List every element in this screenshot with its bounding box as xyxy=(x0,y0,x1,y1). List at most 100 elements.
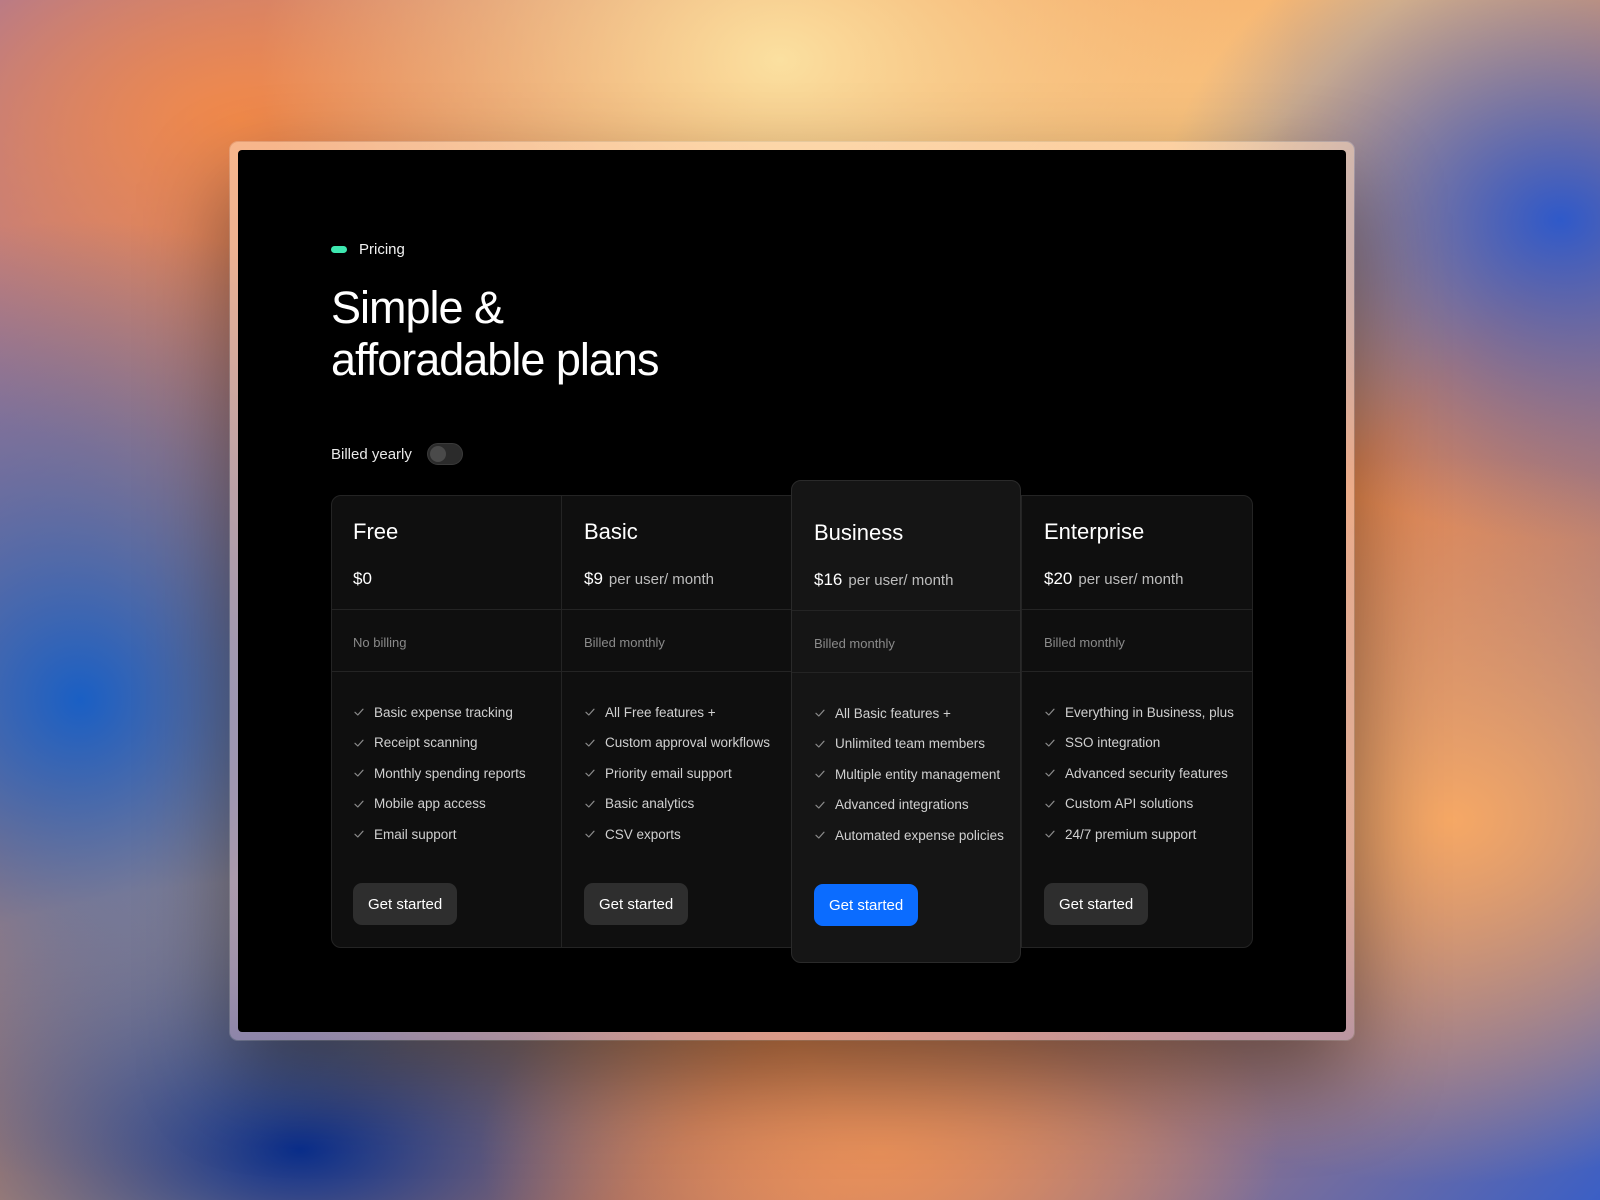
tag-dot-icon xyxy=(331,246,347,253)
check-icon xyxy=(585,708,595,716)
billing-toggle-label: Billed yearly xyxy=(331,445,412,463)
feature-item: Custom approval workflows xyxy=(584,728,770,759)
feature-text: All Free features + xyxy=(605,704,716,720)
plan-price: $9 per user/ month xyxy=(584,569,714,589)
get-started-button[interactable]: Get started xyxy=(353,883,458,925)
toggle-knob xyxy=(429,446,446,462)
feature-text: Email support xyxy=(374,826,457,842)
check-icon xyxy=(815,740,825,748)
check-icon xyxy=(1045,739,1055,747)
plan-price: $0 xyxy=(353,569,378,589)
feature-text: CSV exports xyxy=(605,826,681,842)
check-icon xyxy=(354,830,364,838)
pricing-plans: Free $0 No billing Basic expense trackin… xyxy=(331,480,1253,963)
divider xyxy=(562,609,791,610)
feature-item: All Basic features + xyxy=(814,698,1004,729)
feature-item: Custom API solutions xyxy=(1044,789,1234,820)
divider xyxy=(331,609,561,610)
feature-item: CSV exports xyxy=(584,819,770,850)
divider xyxy=(1022,671,1253,672)
feature-text: Custom API solutions xyxy=(1065,796,1194,812)
plan-name: Free xyxy=(353,519,399,544)
feature-text: Monthly spending reports xyxy=(374,765,526,781)
feature-item: Monthly spending reports xyxy=(353,758,526,789)
feature-text: Custom approval workflows xyxy=(605,735,771,751)
feature-item: SSO integration xyxy=(1044,728,1234,759)
check-icon xyxy=(354,800,364,808)
page-title-line-1: Simple & xyxy=(331,282,504,333)
feature-list: All Basic features + Unlimited team membe… xyxy=(814,698,1004,851)
plan-price: $16 per user/ month xyxy=(814,570,953,590)
feature-item: Multiple entity management xyxy=(814,759,1004,790)
check-icon xyxy=(354,769,364,777)
feature-text: Priority email support xyxy=(605,765,732,781)
feature-text: Multiple entity management xyxy=(835,766,1001,782)
check-icon xyxy=(354,739,364,747)
plan-card-enterprise: Enterprise $20 per user/ month Billed mo… xyxy=(1021,495,1253,948)
feature-text: Basic analytics xyxy=(605,796,695,812)
plan-name: Business xyxy=(814,520,904,545)
feature-list: All Free features + Custom approval workf… xyxy=(584,697,770,850)
billing-note: No billing xyxy=(353,635,407,650)
section-tag: Pricing xyxy=(331,241,405,258)
feature-text: SSO integration xyxy=(1065,735,1161,751)
plan-card-free: Free $0 No billing Basic expense trackin… xyxy=(331,495,561,948)
price-unit: per user/ month xyxy=(848,572,954,589)
feature-list: Basic expense tracking Receipt scanning Mo… xyxy=(353,697,526,850)
check-icon xyxy=(1045,708,1055,716)
feature-item: Email support xyxy=(353,819,526,850)
check-icon xyxy=(585,769,595,777)
check-icon xyxy=(815,709,825,717)
feature-item: Basic analytics xyxy=(584,789,770,820)
window-frame: Pricing Simple & afforadable plans Bille… xyxy=(230,142,1354,1040)
price-amount: $9 xyxy=(584,569,603,588)
feature-text: Unlimited team members xyxy=(835,736,986,752)
feature-text: Advanced integrations xyxy=(835,797,969,813)
check-icon xyxy=(1045,800,1055,808)
check-icon xyxy=(1045,830,1055,838)
feature-text: Advanced security features xyxy=(1065,765,1228,781)
check-icon xyxy=(585,739,595,747)
billing-toggle-row: Billed yearly xyxy=(331,443,463,465)
feature-item: Advanced security features xyxy=(1044,758,1234,789)
divider xyxy=(792,610,1020,611)
check-icon xyxy=(815,770,825,778)
plan-price: $20 per user/ month xyxy=(1044,569,1183,589)
price-amount: $16 xyxy=(814,570,843,589)
feature-item: Advanced integrations xyxy=(814,790,1004,821)
feature-item: Priority email support xyxy=(584,758,770,789)
feature-item: 24/7 premium support xyxy=(1044,819,1234,850)
get-started-button[interactable]: Get started xyxy=(814,884,919,926)
check-icon xyxy=(815,801,825,809)
divider xyxy=(792,672,1020,673)
price-unit: per user/ month xyxy=(1078,571,1184,588)
section-tag-label: Pricing xyxy=(359,241,405,258)
feature-text: Basic expense tracking xyxy=(374,704,513,720)
check-icon xyxy=(585,830,595,838)
page-title: Simple & afforadable plans xyxy=(331,282,659,386)
get-started-button[interactable]: Get started xyxy=(1044,883,1149,925)
plan-card-basic: Basic $9 per user/ month Billed monthly … xyxy=(561,495,791,948)
feature-item: Receipt scanning xyxy=(353,728,526,759)
plan-card-business: Business $16 per user/ month Billed mont… xyxy=(791,480,1021,963)
get-started-button[interactable]: Get started xyxy=(584,883,689,925)
page-title-line-2: afforadable plans xyxy=(331,334,659,385)
check-icon xyxy=(1045,769,1055,777)
price-unit: per user/ month xyxy=(608,571,714,588)
divider xyxy=(331,671,561,672)
billing-note: Billed monthly xyxy=(1044,635,1125,650)
plan-name: Enterprise xyxy=(1044,519,1145,544)
feature-list: Everything in Business, plus SSO integrat… xyxy=(1044,697,1234,850)
feature-item: Mobile app access xyxy=(353,789,526,820)
feature-text: All Basic features + xyxy=(835,705,951,721)
price-amount: $20 xyxy=(1044,569,1073,588)
feature-text: 24/7 premium support xyxy=(1065,826,1197,842)
feature-item: All Free features + xyxy=(584,697,770,728)
feature-item: Basic expense tracking xyxy=(353,697,526,728)
billing-toggle-switch[interactable] xyxy=(426,443,463,465)
pricing-screen: Pricing Simple & afforadable plans Bille… xyxy=(238,150,1346,1032)
billing-note: Billed monthly xyxy=(584,635,665,650)
billing-note: Billed monthly xyxy=(814,636,895,651)
feature-item: Everything in Business, plus xyxy=(1044,697,1234,728)
feature-text: Mobile app access xyxy=(374,796,486,812)
